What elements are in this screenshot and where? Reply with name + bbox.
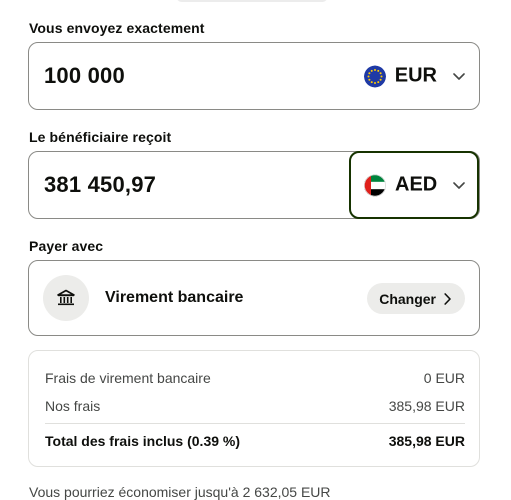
send-amount-field[interactable]: 100 000 EUR — [28, 42, 480, 110]
chevron-down-icon — [453, 181, 466, 189]
eu-flag-icon — [363, 65, 386, 87]
fee-row-total: Total des frais inclus (0.39 %) 385,98 E… — [45, 433, 465, 449]
receive-currency-code: AED — [395, 173, 438, 196]
fee-row-our-fees: Nos frais 385,98 EUR — [45, 398, 465, 414]
receive-currency-select[interactable]: AED — [349, 151, 479, 219]
fees-summary: Frais de virement bancaire 0 EUR Nos fra… — [28, 350, 480, 467]
receive-amount-input[interactable]: 381 450,97 — [44, 172, 156, 198]
payment-method-card[interactable]: Virement bancaire Changer — [28, 260, 480, 336]
fee-value: 385,98 EUR — [388, 398, 465, 414]
bank-icon — [43, 275, 89, 321]
total-fees-label: Total des frais inclus (0.39 %) — [45, 433, 241, 449]
savings-text: Vous pourriez économiser jusqu'à 2 632,0… — [29, 484, 331, 500]
total-fees-value: 385,98 EUR — [388, 433, 465, 449]
top-drag-handle — [176, 0, 328, 2]
chevron-right-icon — [444, 292, 451, 305]
send-currency-select[interactable]: EUR — [363, 64, 465, 88]
fees-divider — [45, 423, 465, 424]
change-payment-button[interactable]: Changer — [367, 283, 465, 314]
change-button-label: Changer — [379, 290, 436, 307]
chevron-down-icon — [453, 72, 465, 80]
fee-label: Frais de virement bancaire — [45, 370, 211, 386]
receive-amount-field[interactable]: 381 450,97 AED — [28, 151, 480, 219]
send-amount-input[interactable]: 100 000 — [44, 63, 125, 89]
send-label: Vous envoyez exactement — [29, 20, 205, 36]
fee-row-bank-transfer: Frais de virement bancaire 0 EUR — [45, 370, 465, 386]
uae-flag-icon — [364, 174, 386, 196]
fee-label: Nos frais — [45, 398, 101, 414]
payment-method-name: Virement bancaire — [105, 289, 244, 306]
payment-label: Payer avec — [29, 238, 104, 254]
fee-value: 0 EUR — [423, 370, 465, 386]
receive-label: Le bénéficiaire reçoit — [29, 129, 172, 145]
send-currency-code: EUR — [394, 64, 437, 87]
